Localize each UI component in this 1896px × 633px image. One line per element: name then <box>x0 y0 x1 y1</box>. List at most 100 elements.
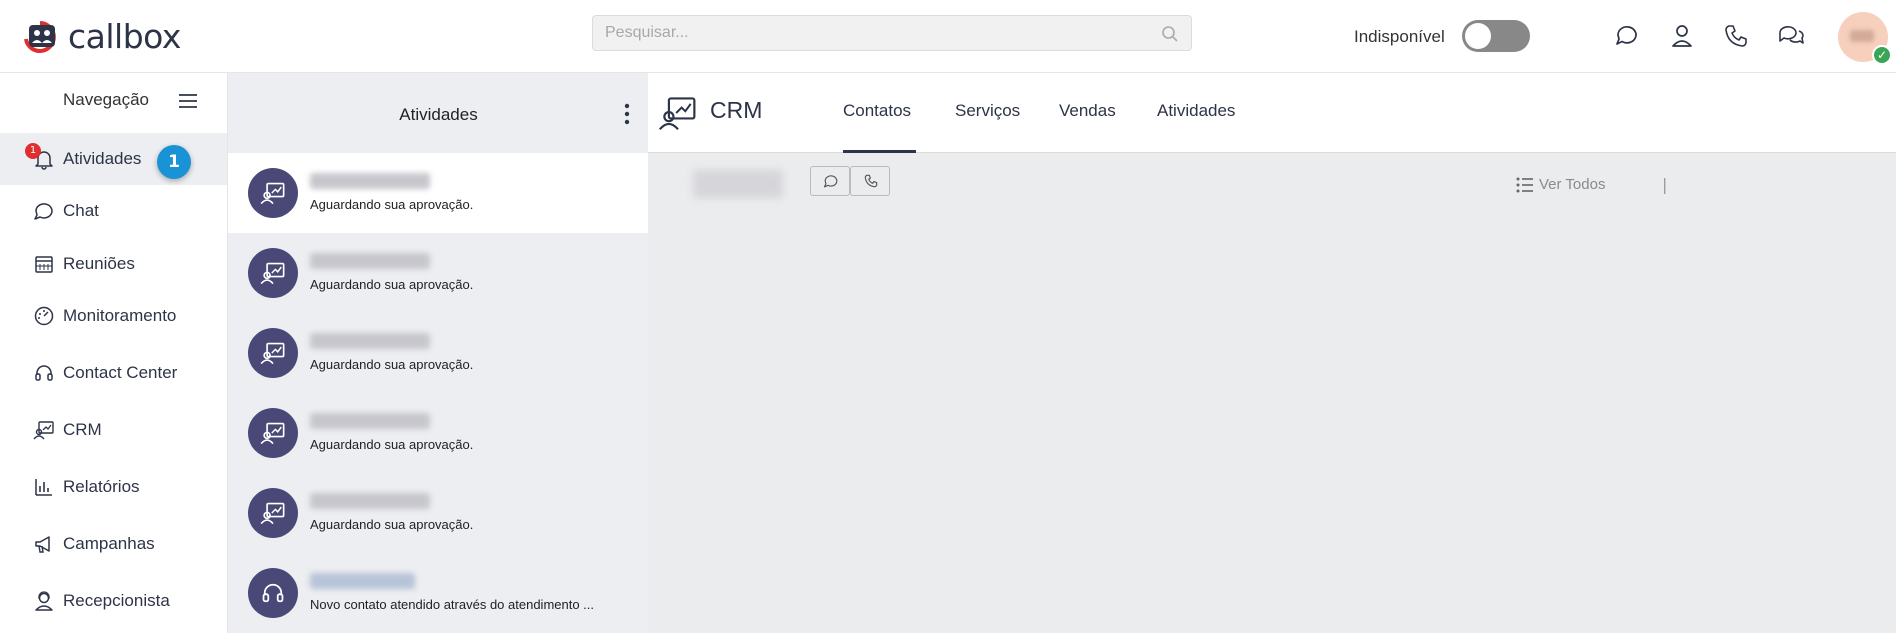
search-input[interactable] <box>593 16 1153 50</box>
activity-name-redacted <box>310 173 430 189</box>
activities-panel: Atividades Aguardando sua aprovação. Agu… <box>227 73 649 633</box>
activity-item[interactable]: Aguardando sua aprovação. <box>228 473 649 553</box>
activity-item[interactable]: Aguardando sua aprovação. <box>228 153 649 233</box>
sidebar-item-relatorios[interactable]: Relatórios <box>0 461 227 513</box>
sidebar-item-label: Reuniões <box>63 254 135 273</box>
activity-description: Aguardando sua aprovação. <box>310 357 474 372</box>
activity-name-redacted <box>310 493 430 509</box>
availability-toggle[interactable] <box>1462 20 1530 52</box>
crm-icon <box>260 342 285 365</box>
sidebar-item-contact-center[interactable]: Contact Center <box>0 347 227 399</box>
toggle-knob <box>1465 23 1491 49</box>
sidebar-item-label: Atividades <box>63 149 142 168</box>
crm-title: CRM <box>710 97 763 123</box>
activity-avatar <box>248 568 298 618</box>
megaphone-icon <box>35 536 50 553</box>
sidebar-item-campanhas[interactable]: Campanhas <box>0 518 227 570</box>
crm-icon <box>33 421 54 440</box>
activity-item[interactable]: Aguardando sua aprovação. <box>228 393 649 473</box>
activity-name-redacted <box>310 573 415 589</box>
activity-avatar <box>248 488 298 538</box>
sidebar-item-label: Campanhas <box>63 534 155 553</box>
user-icon[interactable] <box>1668 22 1696 50</box>
sidebar-item-crm[interactable]: CRM <box>0 404 227 456</box>
crm-main: CRM Contatos Serviços Vendas Atividades … <box>648 73 1896 633</box>
crm-icon <box>260 422 285 445</box>
record-toolbar: Ver Todos | <box>648 153 1896 219</box>
callbox-logo-icon <box>24 20 56 53</box>
user-avatar[interactable]: ✓ <box>1838 12 1892 65</box>
sidebar-item-label: Relatórios <box>63 477 140 496</box>
headset-icon <box>35 365 53 381</box>
contact-name-redacted <box>693 170 783 198</box>
sidebar-item-monitoramento[interactable]: Monitoramento <box>0 290 227 342</box>
activity-description: Aguardando sua aprovação. <box>310 277 474 292</box>
sidebar-item-label: CRM <box>63 420 102 439</box>
receptionist-icon <box>35 591 53 611</box>
dashboard-icon <box>34 306 54 326</box>
activity-item[interactable]: Aguardando sua aprovação. <box>228 313 649 393</box>
sidebar-item-label: Chat <box>63 201 99 220</box>
top-bar: callbox Indisponível ✓ <box>0 0 1896 73</box>
crm-icon <box>658 97 696 131</box>
chat-bubble-icon[interactable] <box>1613 22 1641 50</box>
crm-icon <box>260 262 285 285</box>
activity-description: Aguardando sua aprovação. <box>310 517 474 532</box>
activity-avatar <box>248 168 298 218</box>
activity-name-redacted <box>310 333 430 349</box>
tab-contatos[interactable]: Contatos <box>843 101 911 121</box>
activities-header: Atividades <box>228 73 649 153</box>
activity-avatar <box>248 408 298 458</box>
availability-label: Indisponível <box>1354 27 1445 46</box>
conversations-icon[interactable] <box>1777 22 1805 50</box>
sidebar-item-label: Contact Center <box>63 363 178 382</box>
headset-icon <box>262 583 284 603</box>
crm-icon <box>260 502 285 525</box>
activity-avatar <box>248 248 298 298</box>
activity-description: Novo contato atendido através do atendim… <box>310 597 595 612</box>
crm-header: CRM Contatos Serviços Vendas Atividades <box>648 73 1896 153</box>
view-all-button[interactable]: Ver Todos <box>1516 176 1605 193</box>
sidebar-item-label: Recepcionista <box>63 591 170 610</box>
view-all-label: Ver Todos <box>1539 176 1606 193</box>
avatar-initials-blur <box>1850 30 1874 42</box>
app-name: callbox <box>68 17 181 56</box>
call-button[interactable] <box>850 166 890 196</box>
sidebar-item-label: Monitoramento <box>63 306 177 325</box>
phone-icon <box>864 174 878 188</box>
chat-button[interactable] <box>810 166 850 196</box>
activity-count-badge: 1 <box>157 145 191 179</box>
sidebar: Navegação 1 Atividades 1 Chat Reuniões M… <box>0 73 227 633</box>
sidebar-item-reunioes[interactable]: Reuniões <box>0 238 227 290</box>
toolbar-separator: | <box>1662 175 1668 194</box>
tab-atividades[interactable]: Atividades <box>1157 101 1235 121</box>
navigation-header: Navegação <box>63 90 150 109</box>
tab-vendas[interactable]: Vendas <box>1059 101 1116 121</box>
sidebar-item-atividades[interactable]: 1 Atividades 1 <box>0 133 227 185</box>
app-logo[interactable]: callbox <box>20 17 181 56</box>
activity-name-redacted <box>310 253 430 269</box>
sidebar-item-recepcionista[interactable]: Recepcionista <box>0 575 227 627</box>
activity-description: Aguardando sua aprovação. <box>310 197 474 212</box>
chat-icon <box>823 175 838 188</box>
notification-badge: 1 <box>25 143 41 159</box>
hamburger-menu-icon[interactable] <box>178 93 198 109</box>
chat-icon <box>34 203 53 220</box>
activity-item[interactable]: Novo contato atendido através do atendim… <box>228 553 649 633</box>
activity-description: Aguardando sua aprovação. <box>310 437 474 452</box>
search-icon[interactable] <box>1161 25 1179 43</box>
bar-chart-icon <box>35 479 52 496</box>
sidebar-item-chat[interactable]: Chat <box>0 185 227 237</box>
online-check-icon: ✓ <box>1872 45 1892 65</box>
calendar-icon <box>35 256 53 273</box>
search-box[interactable] <box>592 15 1192 51</box>
activity-avatar <box>248 328 298 378</box>
tab-servicos[interactable]: Serviços <box>955 101 1020 121</box>
activities-title: Atividades <box>399 105 478 124</box>
phone-icon[interactable] <box>1722 22 1750 50</box>
crm-icon <box>260 182 285 205</box>
kebab-menu-icon[interactable] <box>624 103 630 125</box>
list-icon <box>1516 177 1533 192</box>
activity-item[interactable]: Aguardando sua aprovação. <box>228 233 649 313</box>
activity-name-redacted <box>310 413 430 429</box>
